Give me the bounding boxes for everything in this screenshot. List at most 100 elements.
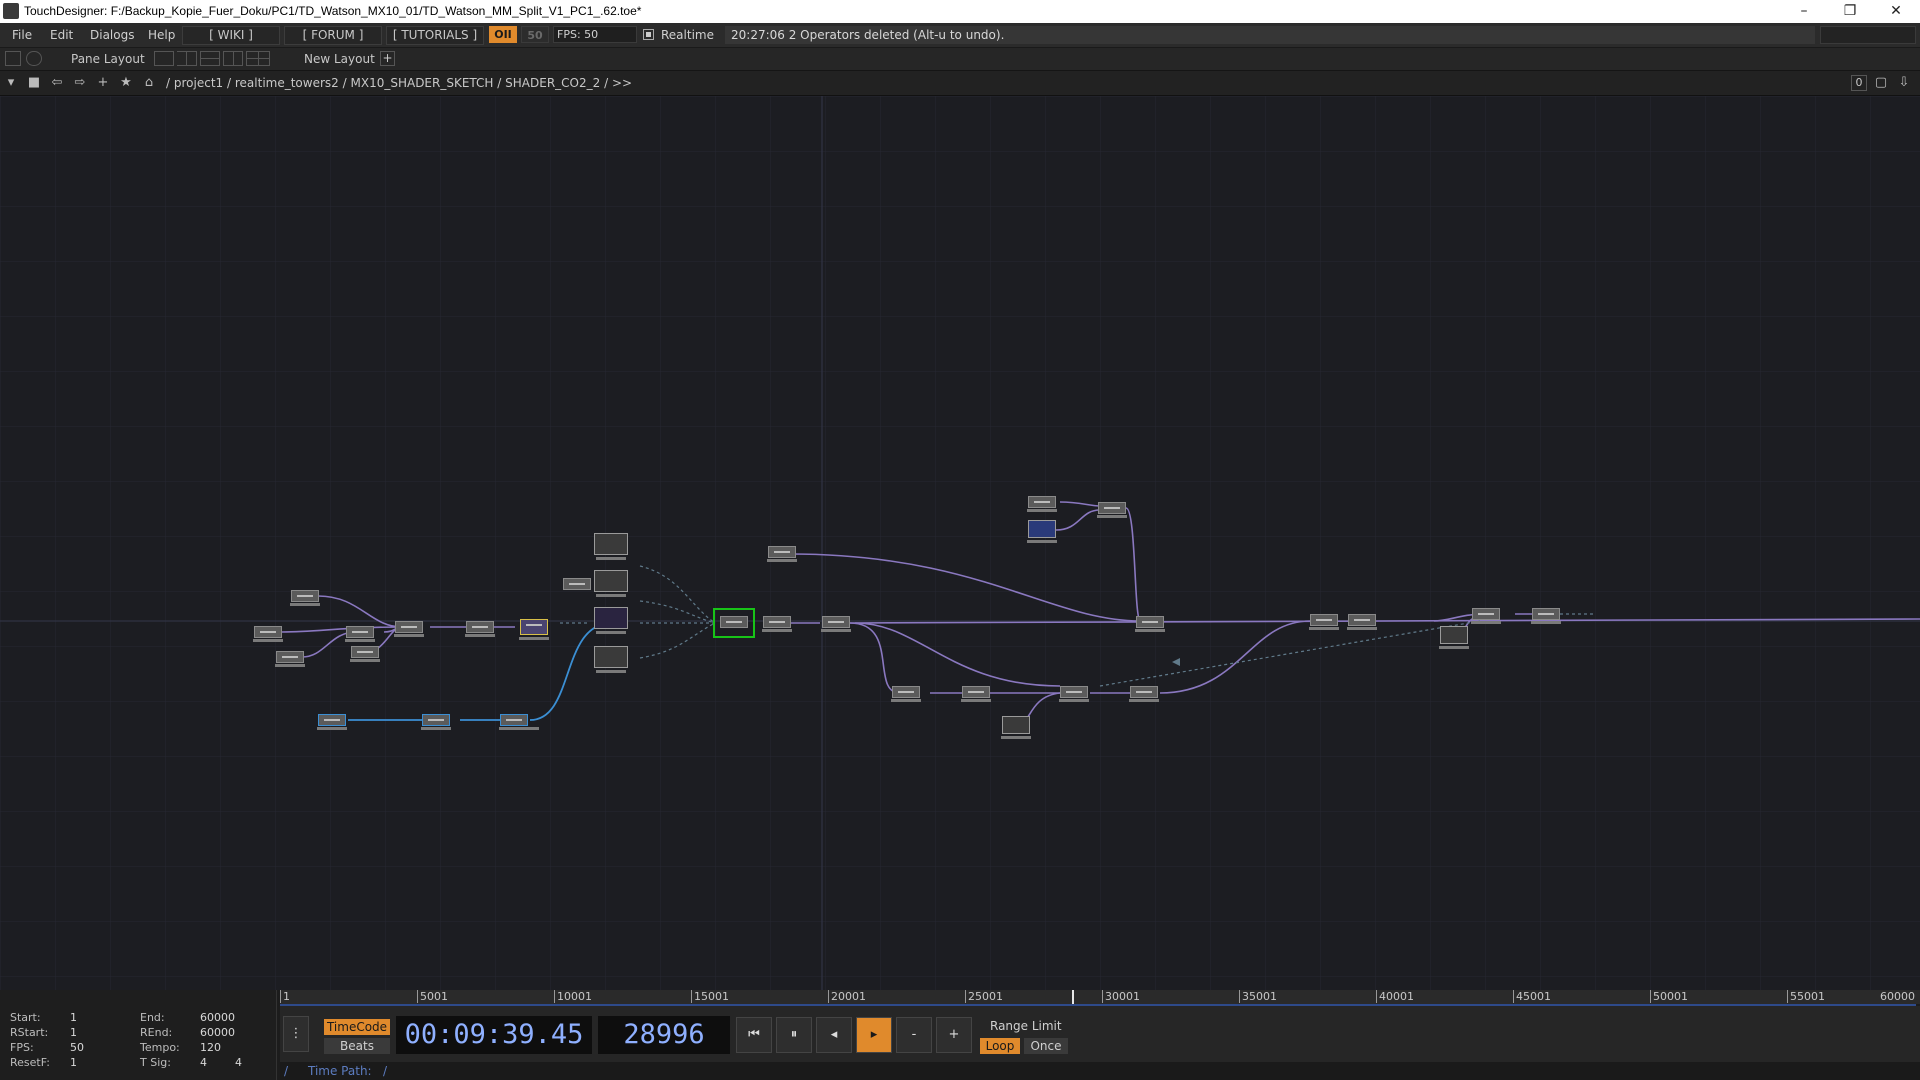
top-node[interactable] [1002, 716, 1030, 734]
add-layout-button[interactable]: + [380, 51, 395, 66]
forum-button[interactable]: [ FORUM ] [284, 26, 382, 45]
beats-toggle[interactable]: Beats [324, 1038, 390, 1054]
operator-node[interactable] [351, 646, 379, 658]
operator-node-dat[interactable] [500, 714, 528, 726]
close-button[interactable]: ✕ [1873, 0, 1919, 23]
pane-settings-icon[interactable] [26, 51, 42, 66]
download-icon[interactable]: ⇩ [1896, 75, 1912, 91]
operator-node[interactable] [1028, 496, 1056, 508]
operator-node[interactable] [763, 616, 791, 628]
restore-button[interactable]: ❐ [1827, 0, 1873, 23]
step-back-icon[interactable]: ◂ [816, 1017, 852, 1053]
stop-icon[interactable]: ■ [26, 75, 42, 91]
operator-node[interactable] [254, 626, 282, 638]
step-plus-button[interactable]: + [936, 1017, 972, 1053]
minimize-button[interactable]: – [1781, 0, 1827, 23]
breadcrumb-mx10-shader-sketch[interactable]: MX10_SHADER_SKETCH [351, 76, 494, 90]
breadcrumb-more[interactable]: >> [612, 76, 632, 90]
maximize-pane-icon[interactable]: ▢ [1873, 75, 1889, 91]
timeline-ruler[interactable]: 1 5001 10001 15001 20001 25001 30001 350… [280, 990, 1920, 1004]
layout-single-icon[interactable] [154, 51, 174, 66]
play-icon[interactable]: ▸ [856, 1017, 892, 1053]
network-editor[interactable] [0, 96, 1920, 990]
operator-node[interactable] [822, 616, 850, 628]
pane-index[interactable]: 0 [1851, 75, 1867, 91]
top-node[interactable] [594, 570, 628, 592]
selected-operator-node[interactable] [720, 616, 748, 628]
operator-node[interactable] [1098, 502, 1126, 514]
top-node[interactable] [1440, 626, 1468, 644]
operator-node[interactable] [1472, 608, 1500, 620]
operator-node[interactable] [563, 578, 591, 590]
breadcrumb-project1[interactable]: project1 [174, 76, 223, 90]
fps-target-field[interactable]: 50 [521, 26, 549, 43]
search-field[interactable] [1820, 26, 1916, 44]
add-icon[interactable]: + [95, 75, 111, 91]
top-node[interactable] [1028, 520, 1056, 538]
operator-node[interactable] [466, 621, 494, 633]
time-path-value[interactable]: / [383, 1064, 387, 1078]
star-icon[interactable]: ★ [118, 75, 134, 91]
operator-node[interactable] [395, 621, 423, 633]
operator-node[interactable] [346, 626, 374, 638]
home-icon[interactable]: ⌂ [141, 75, 157, 91]
top-node[interactable] [594, 607, 628, 629]
tsig-numerator[interactable]: 4 [200, 1056, 207, 1069]
layout-split-vertical-icon[interactable] [177, 51, 197, 66]
menu-file[interactable]: File [12, 28, 32, 42]
operator-node[interactable] [892, 686, 920, 698]
rewind-icon[interactable]: ⏮ [736, 1017, 772, 1053]
layout-split-horizontal-icon[interactable] [200, 51, 220, 66]
timecode-toggle[interactable]: TimeCode [324, 1019, 390, 1035]
timecode-display[interactable]: 00:09:39.45 [396, 1016, 592, 1054]
top-node[interactable] [594, 646, 628, 668]
wiki-button[interactable]: [ WIKI ] [182, 26, 280, 45]
breadcrumb-realtime-towers2[interactable]: realtime_towers2 [235, 76, 339, 90]
menu-down-icon[interactable]: ▾ [3, 75, 19, 91]
operator-node-dat[interactable] [422, 714, 450, 726]
new-layout-button[interactable]: New Layout [304, 52, 375, 66]
layout-three-icon[interactable] [223, 51, 243, 66]
rend-value[interactable]: 60000 [200, 1026, 235, 1039]
frame-display[interactable]: 28996 [598, 1016, 730, 1054]
pane-type-icon[interactable] [5, 51, 21, 66]
breadcrumb-shader-co2-2[interactable]: SHADER_CO2_2 [505, 76, 600, 90]
operator-node[interactable] [768, 546, 796, 558]
back-icon[interactable]: ⇦ [49, 75, 65, 91]
operator-node[interactable] [291, 590, 319, 602]
start-value[interactable]: 1 [70, 1011, 77, 1024]
menu-help[interactable]: Help [148, 28, 175, 42]
layout-quad-icon[interactable] [246, 51, 270, 66]
once-toggle[interactable]: Once [1024, 1038, 1068, 1054]
operator-node-dat[interactable] [318, 714, 346, 726]
rstart-value[interactable]: 1 [70, 1026, 77, 1039]
playhead[interactable] [1072, 990, 1074, 1004]
end-value[interactable]: 60000 [200, 1011, 235, 1024]
pause-icon[interactable]: ⏸ [776, 1017, 812, 1053]
menu-dialogs[interactable]: Dialogs [90, 28, 134, 42]
top-node[interactable] [594, 533, 628, 555]
tsig-denominator[interactable]: 4 [235, 1056, 242, 1069]
operator-node[interactable] [1532, 608, 1560, 620]
tempo-value[interactable]: 120 [200, 1041, 221, 1054]
operator-node[interactable] [1130, 686, 1158, 698]
operator-node[interactable] [1060, 686, 1088, 698]
resetf-value[interactable]: 1 [70, 1056, 77, 1069]
operator-node[interactable] [1348, 614, 1376, 626]
realtime-checkbox[interactable] [643, 29, 654, 40]
operator-node[interactable] [1310, 614, 1338, 626]
operator-node-chop[interactable] [520, 619, 548, 635]
fps-value[interactable]: 50 [70, 1041, 84, 1054]
loop-toggle[interactable]: Loop [980, 1038, 1020, 1054]
operator-node[interactable] [276, 651, 304, 663]
menu-edit[interactable]: Edit [50, 28, 73, 42]
network-grid-and-wires [0, 96, 1920, 990]
operator-node[interactable] [1136, 616, 1164, 628]
forward-icon[interactable]: ⇨ [72, 75, 88, 91]
operator-node[interactable] [962, 686, 990, 698]
selected-node-frame[interactable] [713, 608, 755, 638]
step-minus-button[interactable]: - [896, 1017, 932, 1053]
tutorials-button[interactable]: [ TUTORIALS ] [386, 26, 484, 45]
perform-toggle[interactable]: OII [489, 26, 517, 43]
timeline-options-icon[interactable]: ⋮ [283, 1016, 309, 1052]
